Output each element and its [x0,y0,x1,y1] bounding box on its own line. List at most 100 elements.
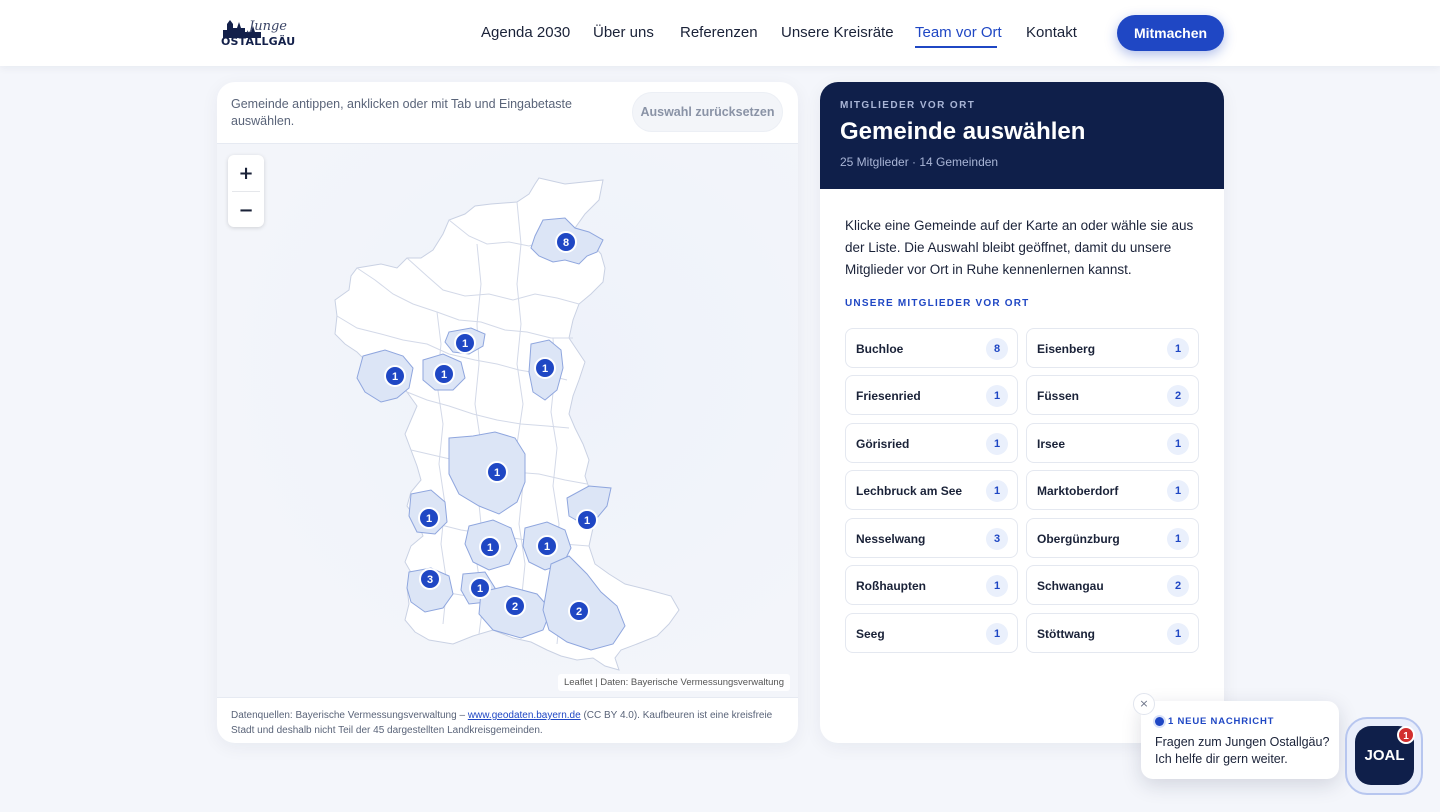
mitmachen-button[interactable]: Mitmachen [1117,15,1224,51]
map-marker[interactable]: 2 [504,595,526,617]
municipality-name: Buchloe [856,342,904,356]
map-marker[interactable]: 1 [469,577,491,599]
map-marker[interactable]: 1 [576,509,598,531]
reset-selection-button[interactable]: Auswahl zurücksetzen [632,92,783,132]
municipality-name: Stöttwang [1037,627,1095,641]
chat-teaser[interactable]: 1 NEUE NACHRICHT Fragen zum Jungen Ostal… [1141,701,1339,779]
marker-label: 1 [462,338,468,350]
marker-label: 1 [477,583,483,595]
map-footer: Datenquellen: Bayerische Vermessungsverw… [217,697,798,743]
nav-kontakt[interactable]: Kontakt [1026,24,1077,41]
marker-label: 3 [427,574,433,586]
marker-label: 1 [542,363,548,375]
member-count-badge: 2 [1167,385,1189,407]
marker-label: 1 [441,369,447,381]
map-marker[interactable]: 1 [534,357,556,379]
map-marker[interactable]: 1 [433,363,455,385]
panel-header: MITGLIEDER VOR ORT Gemeinde auswählen 25… [820,82,1224,189]
municipality-item[interactable]: Füssen 2 [1026,375,1199,415]
municipality-name: Lechbruck am See [856,484,963,498]
geodaten-link[interactable]: www.geodaten.bayern.de [468,710,581,721]
member-count-badge: 1 [986,623,1008,645]
map-marker[interactable]: 1 [486,461,508,483]
panel-description: Klicke eine Gemeinde auf der Karte an od… [845,218,1194,277]
members-list-heading: UNSERE MITGLIEDER VOR ORT [845,298,1030,309]
marker-label: 1 [584,515,590,527]
map-marker[interactable]: 2 [568,600,590,622]
district-map: 8 1 1 1 1 1 1 1 1 1 3 1 2 2 [334,177,680,671]
footer-source-prefix: Datenquellen: Bayerische Vermessungsverw… [231,710,468,721]
member-count-badge: 1 [1167,623,1189,645]
marker-label: 1 [487,542,493,554]
marker-label: 8 [563,237,569,249]
chat-teaser-text: Fragen zum Jungen Ostallgäu? Ich helfe d… [1155,735,1330,766]
member-count-badge: 3 [986,528,1008,550]
members-panel: MITGLIEDER VOR ORT Gemeinde auswählen 25… [820,82,1224,743]
municipality-item[interactable]: Buchloe 8 [845,328,1018,368]
map-marker[interactable]: 1 [536,535,558,557]
member-count-badge: 1 [986,385,1008,407]
member-count-badge: 1 [1167,480,1189,502]
marker-label: 1 [392,371,398,383]
municipality-item[interactable]: Schwangau 2 [1026,565,1199,605]
municipality-name: Schwangau [1037,579,1104,593]
marker-label: 2 [512,601,518,613]
map-marker[interactable]: 8 [555,231,577,253]
member-count-badge: 1 [986,575,1008,597]
map-marker[interactable]: 1 [454,332,476,354]
zoom-in-button[interactable]: + [228,155,264,191]
map-marker[interactable]: 3 [419,568,441,590]
new-message-dot-icon [1155,717,1164,726]
map-card: Gemeinde antippen, anklicken oder mit Ta… [217,82,798,743]
panel-eyebrow: MITGLIEDER VOR ORT [840,100,976,111]
panel-subtitle: 25 Mitglieder · 14 Gemeinden [840,155,999,169]
marker-label: 2 [576,606,582,618]
map-hint: Gemeinde antippen, anklicken oder mit Ta… [231,97,572,128]
member-count-badge: 1 [986,433,1008,455]
municipality-name: Eisenberg [1037,342,1096,356]
member-count-badge: 1 [1167,433,1189,455]
municipality-name: Marktoberdorf [1037,484,1119,498]
municipality-item[interactable]: Marktoberdorf 1 [1026,470,1199,510]
map-marker[interactable]: 1 [479,536,501,558]
marker-label: 1 [494,467,500,479]
municipality-name: Irsee [1037,437,1066,451]
municipality-name: Görisried [856,437,910,451]
municipality-item[interactable]: Obergünzburg 1 [1026,518,1199,558]
municipality-item[interactable]: Stöttwang 1 [1026,613,1199,653]
member-count-badge: 1 [1167,338,1189,360]
map-area[interactable]: 8 1 1 1 1 1 1 1 1 1 3 1 2 2 + − Leaflet … [217,144,798,697]
site-header: Junge OSTALLGÄU Agenda 2030 Über uns Ref… [0,0,1440,66]
member-count-badge: 1 [1167,528,1189,550]
marker-label: 1 [544,541,550,553]
nav-referenzen[interactable]: Referenzen [680,24,758,41]
panel-title: Gemeinde auswählen [840,118,1086,145]
municipality-item[interactable]: Eisenberg 1 [1026,328,1199,368]
nav-active-indicator [915,46,997,48]
municipality-item[interactable]: Irsee 1 [1026,423,1199,463]
municipality-item[interactable]: Nesselwang 3 [845,518,1018,558]
municipality-name: Obergünzburg [1037,532,1120,546]
marker-label: 1 [426,513,432,525]
map-marker[interactable]: 1 [384,365,406,387]
close-icon[interactable]: × [1133,693,1155,715]
chat-eyebrow: 1 NEUE NACHRICHT [1168,716,1275,727]
zoom-control: + − [228,155,264,227]
map-toolbar: Gemeinde antippen, anklicken oder mit Ta… [217,82,798,144]
nav-unsere-kreisraete[interactable]: Unsere Kreisräte [781,24,894,41]
map-marker[interactable]: 1 [418,507,440,529]
nav-ueber-uns[interactable]: Über uns [593,24,654,41]
member-count-badge: 1 [986,480,1008,502]
nav-agenda-2030[interactable]: Agenda 2030 [481,24,570,41]
municipality-item[interactable]: Friesenried 1 [845,375,1018,415]
zoom-out-button[interactable]: − [228,192,264,228]
main-nav: Agenda 2030 Über uns Referenzen Unsere K… [0,0,1440,66]
map-attribution[interactable]: Leaflet | Daten: Bayerische Vermessungsv… [557,674,790,691]
municipality-name: Roßhaupten [856,579,926,593]
nav-team-vor-ort[interactable]: Team vor Ort [915,24,1002,41]
municipality-item[interactable]: Roßhaupten 1 [845,565,1018,605]
municipality-item[interactable]: Görisried 1 [845,423,1018,463]
municipality-item[interactable]: Lechbruck am See 1 [845,470,1018,510]
municipality-item[interactable]: Seeg 1 [845,613,1018,653]
municipality-name: Füssen [1037,389,1080,403]
